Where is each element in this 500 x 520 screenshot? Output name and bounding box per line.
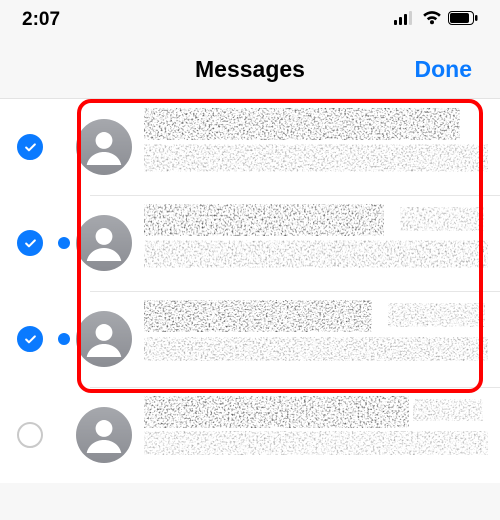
status-time: 2:07 <box>22 9 60 31</box>
messages-list <box>0 99 500 483</box>
done-button[interactable]: Done <box>415 56 473 83</box>
status-right <box>394 9 478 31</box>
avatar-icon <box>76 119 132 175</box>
message-row[interactable] <box>0 99 500 195</box>
redacted-content <box>144 291 500 387</box>
avatar-icon <box>76 215 132 271</box>
battery-icon <box>448 9 478 31</box>
select-checkbox[interactable] <box>17 230 43 256</box>
message-row[interactable] <box>0 387 500 483</box>
select-checkbox[interactable] <box>17 134 43 160</box>
unread-indicator-icon <box>58 237 70 249</box>
unread-indicator-icon <box>58 333 70 345</box>
select-checkbox[interactable] <box>17 422 43 448</box>
cellular-signal-icon <box>394 9 416 31</box>
message-row[interactable] <box>0 195 500 291</box>
redacted-content <box>144 99 500 195</box>
avatar-icon <box>76 407 132 463</box>
message-row[interactable] <box>0 291 500 387</box>
redacted-content <box>144 387 500 483</box>
avatar-icon <box>76 311 132 367</box>
select-checkbox[interactable] <box>17 326 43 352</box>
wifi-icon <box>422 9 442 31</box>
redacted-content <box>144 195 500 291</box>
